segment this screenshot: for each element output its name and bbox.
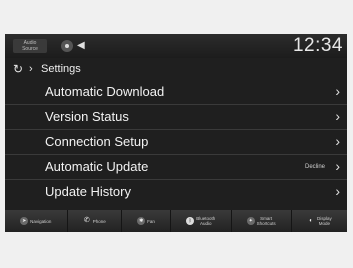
clock: 12:34 [292, 35, 343, 56]
nav-button-label: Bluetooth Audio [196, 216, 216, 226]
nav-button-label: Smart Shortcuts [256, 216, 276, 226]
nav-button-label: Display Mode [317, 216, 332, 226]
settings-menu: Automatic Download › Version Status › Co… [5, 80, 347, 204]
nav-button-navigation[interactable]: ➤ Navigation [5, 210, 68, 232]
nav-button-bluetooth-audio[interactable]: ᛒ Bluetooth Audio [171, 210, 232, 232]
menu-item-label: Automatic Update [45, 159, 149, 174]
menu-item-label: Connection Setup [45, 134, 149, 149]
chevron-right-icon: › [335, 108, 340, 124]
bluetooth-icon: ᛒ [186, 217, 195, 225]
infotainment-screen: Audio Source ◀ 12:34 ↻ › Settings Automa… [5, 34, 347, 232]
chevron-right-icon: › [29, 63, 33, 75]
status-bar: Audio Source ◀ 12:34 [5, 34, 347, 58]
shortcuts-icon: ✦ [246, 217, 255, 225]
chevron-right-icon: › [335, 183, 340, 199]
navigation-icon: ➤ [20, 217, 29, 225]
audio-source-button[interactable]: Audio Source [13, 39, 47, 53]
chevron-right-icon: › [335, 83, 340, 99]
disc-icon [61, 40, 73, 52]
nav-button-phone[interactable]: ✆ Phone [68, 210, 122, 232]
menu-item-label: Version Status [45, 109, 129, 124]
page: Audio Source ◀ 12:34 ↻ › Settings Automa… [0, 0, 353, 268]
nav-button-smart-shortcuts[interactable]: ✦ Smart Shortcuts [232, 210, 292, 232]
menu-item-automatic-update[interactable]: Automatic Update Decline › [5, 155, 347, 180]
menu-item-update-history[interactable]: Update History › [5, 180, 347, 204]
nav-button-display-mode[interactable]: ◐ Display Mode [292, 210, 347, 232]
chevron-right-icon: › [335, 158, 340, 174]
menu-item-value: Decline [304, 164, 325, 170]
phone-icon: ✆ [83, 217, 90, 224]
menu-item-label: Automatic Download [45, 84, 165, 99]
chevron-right-icon: › [335, 133, 340, 149]
nav-button-fan[interactable]: ✱ Fan [122, 210, 172, 232]
display-mode-icon: ◐ [309, 218, 313, 224]
page-title: Settings [41, 63, 81, 75]
speaker-icon: ◀ [77, 40, 85, 51]
bottom-nav-bar: ➤ Navigation ✆ Phone ✱ Fan ᛒ Bluetooth A… [5, 210, 347, 232]
menu-item-version-status[interactable]: Version Status › [5, 105, 347, 130]
nav-button-label: Phone [92, 218, 106, 224]
breadcrumb: ↻ › Settings [5, 60, 347, 78]
fan-icon: ✱ [137, 217, 146, 225]
menu-item-connection-setup[interactable]: Connection Setup › [5, 130, 347, 155]
nav-button-label: Fan [147, 218, 155, 224]
nav-button-label: Navigation [30, 218, 52, 224]
menu-item-label: Update History [45, 184, 131, 199]
home-icon[interactable]: ↻ [13, 62, 23, 76]
menu-item-automatic-download[interactable]: Automatic Download › [5, 80, 347, 105]
